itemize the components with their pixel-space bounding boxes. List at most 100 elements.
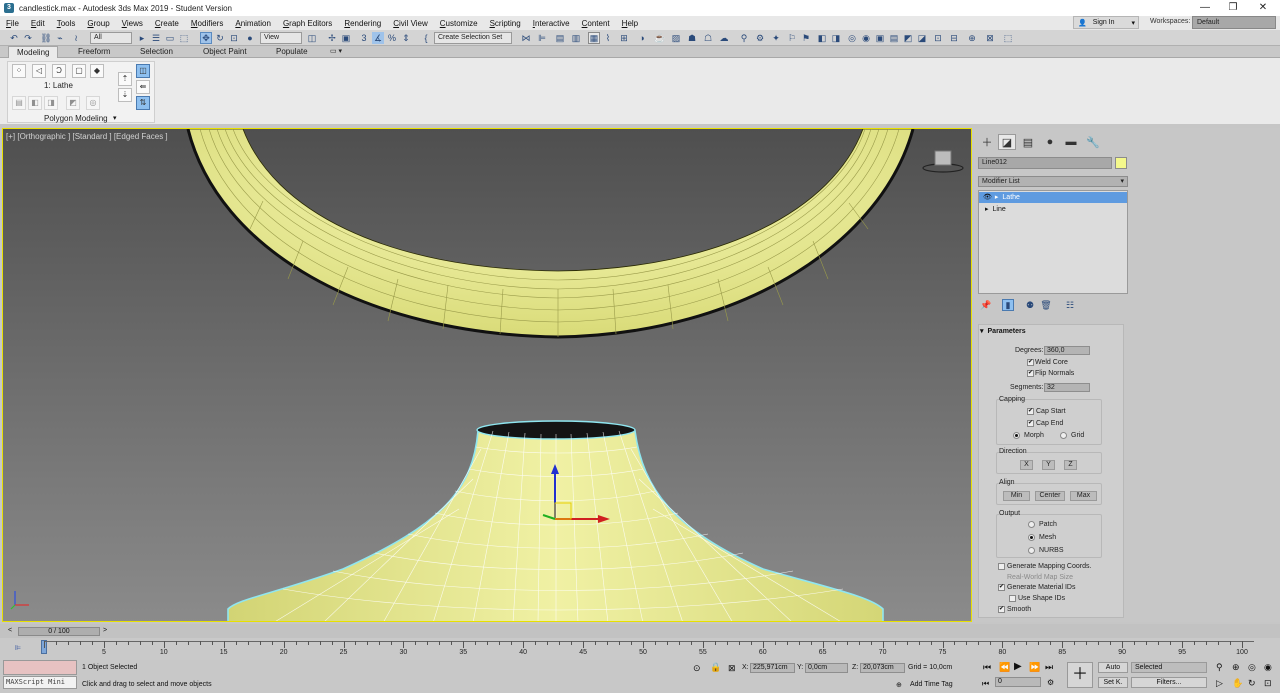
set-key-button[interactable]: Set K. bbox=[1098, 677, 1128, 688]
eye-icon[interactable]: 👁 bbox=[983, 194, 992, 201]
maximize-viewport-icon[interactable]: ⊡ bbox=[1264, 678, 1272, 689]
modifier-list-dropdown[interactable]: Modifier List ▾ bbox=[978, 176, 1128, 187]
nurbs-radio[interactable] bbox=[1028, 547, 1035, 554]
zoom-icon[interactable]: ⚲ bbox=[1216, 662, 1223, 673]
ref-coord-dropdown[interactable]: View bbox=[260, 32, 302, 44]
y-coord-field[interactable]: 0,0cm bbox=[805, 663, 848, 673]
prev-key-icon[interactable]: ⏪ bbox=[999, 662, 1010, 673]
keyboard-shortcut-icon[interactable]: ▣ bbox=[340, 32, 352, 44]
toolbar-extra-icon-3[interactable]: ✦ bbox=[770, 32, 782, 44]
make-unique-icon[interactable]: ⚉ bbox=[1024, 299, 1036, 311]
percent-snap-icon[interactable]: % bbox=[386, 32, 398, 44]
mesh-radio[interactable] bbox=[1028, 534, 1035, 541]
toolbar-extra-icon-10[interactable]: ▣ bbox=[874, 32, 886, 44]
key-filter-dropdown[interactable]: Selected bbox=[1131, 662, 1207, 673]
parameters-header[interactable]: ▾ Parameters bbox=[980, 326, 1122, 338]
menu-content[interactable]: Content bbox=[576, 19, 616, 28]
zoom-all-icon[interactable]: ⊕ bbox=[1232, 662, 1240, 673]
curve-editor-icon[interactable]: ⌇ bbox=[602, 32, 614, 44]
selection-set-dropdown[interactable]: Create Selection Set bbox=[434, 32, 512, 44]
create-tab-icon[interactable]: ＋ bbox=[978, 134, 996, 150]
next-frame-icon[interactable]: > bbox=[103, 627, 107, 634]
tab-populate[interactable]: Populate bbox=[268, 46, 316, 58]
rect-selection-icon[interactable]: ▭ bbox=[164, 32, 176, 44]
menu-create[interactable]: Create bbox=[149, 19, 185, 28]
render-iterative-icon[interactable]: ☖ bbox=[702, 32, 714, 44]
scale-icon[interactable]: ⊡ bbox=[228, 32, 240, 44]
align-min-button[interactable]: Min bbox=[1003, 491, 1030, 501]
ribbon-disabled-icon-5[interactable]: ◎ bbox=[86, 96, 100, 110]
toolbar-extra-icon-13[interactable]: ◪ bbox=[916, 32, 928, 44]
toolbar-extra-icon-5[interactable]: ⚑ bbox=[800, 32, 812, 44]
close-button[interactable]: ✕ bbox=[1248, 0, 1278, 16]
pivot-icon[interactable]: ◫ bbox=[306, 32, 318, 44]
maxscript-mini-field[interactable]: MAXScript Mini bbox=[3, 676, 77, 689]
toolbar-extra-icon-4[interactable]: ⚐ bbox=[786, 32, 798, 44]
flip-normals-checkbox[interactable]: ✔ bbox=[1027, 370, 1034, 377]
ribbon-disabled-icon-3[interactable]: ◨ bbox=[44, 96, 58, 110]
toolbar-extra-icon-9[interactable]: ◉ bbox=[860, 32, 872, 44]
selection-filter-dropdown[interactable]: All bbox=[90, 32, 132, 44]
stack-item-line[interactable]: ▸ Line bbox=[979, 204, 1127, 215]
pan-icon[interactable]: ✋ bbox=[1232, 678, 1243, 689]
stack-up-icon[interactable]: ⇡ bbox=[118, 72, 132, 86]
motion-tab-icon[interactable]: ● bbox=[1041, 134, 1059, 150]
toolbar-extra-icon-11[interactable]: ▤ bbox=[888, 32, 900, 44]
chevron-down-icon[interactable]: ▾ bbox=[113, 114, 117, 122]
mirror-icon[interactable]: ⋈ bbox=[520, 32, 532, 44]
tab-object-paint[interactable]: Object Paint bbox=[195, 46, 255, 58]
play-icon[interactable]: ▶ bbox=[1014, 661, 1022, 672]
toolbar-extra-icon-18[interactable]: ⬚ bbox=[1002, 32, 1014, 44]
expand-icon[interactable]: ▸ bbox=[985, 206, 989, 213]
zoom-extents-all-icon[interactable]: ◉ bbox=[1264, 662, 1272, 673]
toolbar-extra-icon-17[interactable]: ⊠ bbox=[984, 32, 996, 44]
menu-civil-view[interactable]: Civil View bbox=[387, 19, 434, 28]
stack-down-icon[interactable]: ⇣ bbox=[118, 88, 132, 102]
redo-icon[interactable]: ↷ bbox=[22, 32, 34, 44]
edit-named-sets-icon[interactable]: { bbox=[420, 32, 432, 44]
orbit-icon[interactable]: ↻ bbox=[1248, 678, 1256, 689]
bind-spacewarp-icon[interactable]: ≀ bbox=[70, 32, 82, 44]
fov-icon[interactable]: ▷ bbox=[1216, 678, 1223, 689]
menu-edit[interactable]: Edit bbox=[25, 19, 51, 28]
cap-end-checkbox[interactable]: ✔ bbox=[1027, 420, 1034, 427]
direction-y-button[interactable]: Y bbox=[1042, 460, 1055, 470]
align-icon[interactable]: ⊫ bbox=[536, 32, 548, 44]
time-config-icon[interactable]: ⚙ bbox=[1047, 678, 1054, 687]
time-slider-thumb[interactable]: 0 / 100 bbox=[18, 627, 100, 636]
generate-material-ids-checkbox[interactable]: ✔ bbox=[998, 584, 1005, 591]
rotate-icon[interactable]: ↻ bbox=[214, 32, 226, 44]
go-to-end-icon[interactable]: ⏭ bbox=[1045, 662, 1053, 673]
prev-frame-icon[interactable]: < bbox=[8, 627, 12, 634]
render-cloud-icon[interactable]: ☁ bbox=[718, 32, 730, 44]
workspaces-dropdown[interactable]: Default bbox=[1192, 16, 1276, 29]
smooth-checkbox[interactable]: ✔ bbox=[998, 606, 1005, 613]
toolbar-extra-icon-14[interactable]: ⊡ bbox=[932, 32, 944, 44]
schematic-view-icon[interactable]: ⊞ bbox=[618, 32, 630, 44]
zoom-extents-icon[interactable]: ◎ bbox=[1248, 662, 1256, 673]
grid-radio[interactable] bbox=[1060, 432, 1067, 439]
toolbar-extra-icon-8[interactable]: ◎ bbox=[846, 32, 858, 44]
select-by-name-icon[interactable]: ☰ bbox=[150, 32, 162, 44]
add-time-tag[interactable]: Add Time Tag bbox=[910, 681, 953, 688]
ribbon-options-icon[interactable]: ▭ ▾ bbox=[322, 46, 350, 58]
degrees-spinner[interactable]: 360,0 bbox=[1044, 346, 1090, 355]
toggle-layer-explorer-icon[interactable]: ▥ bbox=[570, 32, 582, 44]
ribbon-disabled-icon-2[interactable]: ◧ bbox=[28, 96, 42, 110]
menu-file[interactable]: File bbox=[0, 19, 25, 28]
toolbar-extra-icon-16[interactable]: ⊕ bbox=[966, 32, 978, 44]
weld-core-checkbox[interactable]: ✔ bbox=[1027, 359, 1034, 366]
ribbon-panel-title[interactable]: Polygon Modeling bbox=[44, 114, 108, 123]
hierarchy-tab-icon[interactable]: ▤ bbox=[1019, 134, 1037, 150]
patch-radio[interactable] bbox=[1028, 521, 1035, 528]
next-key-icon[interactable]: ⏩ bbox=[1029, 662, 1040, 673]
menu-scripting[interactable]: Scripting bbox=[484, 19, 527, 28]
ribbon-disabled-icon-4[interactable]: ◩ bbox=[66, 96, 80, 110]
viewport-scene[interactable] bbox=[3, 129, 972, 622]
toolbar-extra-icon-1[interactable]: ⚲ bbox=[738, 32, 750, 44]
vertex-icon[interactable]: ⁘ bbox=[12, 64, 26, 78]
use-shape-ids-checkbox[interactable] bbox=[1009, 595, 1016, 602]
material-editor-icon[interactable]: ◑ bbox=[636, 32, 648, 44]
go-to-start-icon[interactable]: ⏮ bbox=[983, 662, 991, 673]
polygon-icon[interactable]: ▢ bbox=[72, 64, 86, 78]
